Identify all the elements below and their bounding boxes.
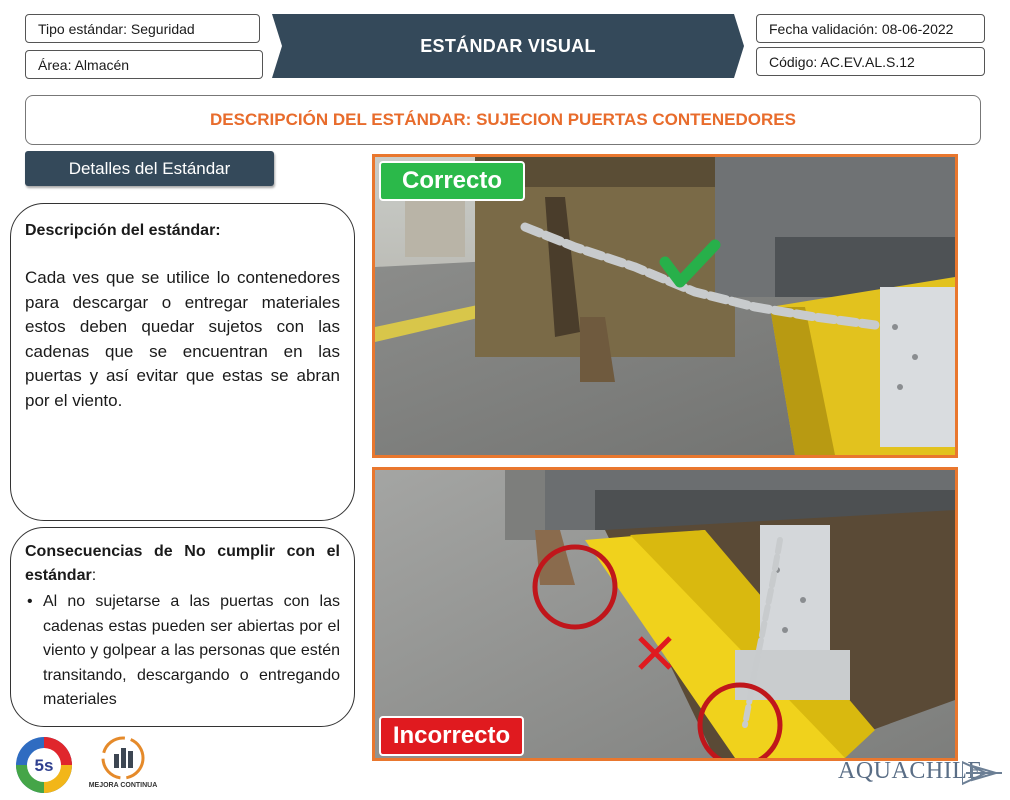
fecha-validacion-text: Fecha validación: 08-06-2022 xyxy=(769,20,954,37)
consequences-panel: Consecuencias de No cumplir con el están… xyxy=(10,527,355,727)
correct-photo: Correcto xyxy=(372,154,958,458)
correct-photo-illustration xyxy=(375,157,955,455)
description-bar: DESCRIPCIÓN DEL ESTÁNDAR: SUJECION PUERT… xyxy=(25,95,981,145)
consequences-title-suffix: : xyxy=(91,567,97,584)
consequences-list: Al no sujetarse a las puertas con las ca… xyxy=(25,590,340,713)
mejora-continua-text: MEJORA CONTINUA xyxy=(88,782,158,789)
correct-label: Correcto xyxy=(379,161,525,201)
codigo-text: Código: AC.EV.AL.S.12 xyxy=(769,53,915,70)
area-field: Área: Almacén xyxy=(25,50,263,79)
incorrect-photo: Incorrecto xyxy=(372,467,958,761)
tipo-estandar-text: Tipo estándar: Seguridad xyxy=(38,20,195,37)
page-title: ESTÁNDAR VISUAL xyxy=(420,35,596,56)
description-body: Cada ves que se utilice lo contenedores … xyxy=(25,268,340,410)
tipo-estandar-field: Tipo estándar: Seguridad xyxy=(25,14,260,43)
list-item: Al no sujetarse a las puertas con las ca… xyxy=(25,590,340,713)
details-button[interactable]: Detalles del Estándar xyxy=(25,151,274,186)
title-banner: ESTÁNDAR VISUAL xyxy=(272,14,744,78)
area-text: Área: Almacén xyxy=(38,56,130,73)
description-panel: Descripción del estándar: Cada ves que s… xyxy=(10,203,355,521)
consequences-title: Consecuencias de No cumplir con el están… xyxy=(25,540,340,588)
codigo-field: Código: AC.EV.AL.S.12 xyxy=(756,47,985,76)
five-s-text: 5s xyxy=(35,756,54,775)
aquachile-logo-text: AQUACHILE xyxy=(838,758,983,784)
fecha-validacion-field: Fecha validación: 08-06-2022 xyxy=(756,14,985,43)
consequences-title-bold: Consecuencias de No cumplir con el están… xyxy=(25,543,340,584)
incorrect-label: Incorrecto xyxy=(379,716,524,756)
aquachile-mark-icon xyxy=(962,760,1002,786)
incorrect-photo-illustration xyxy=(375,470,955,758)
five-s-logo: 5s xyxy=(16,737,72,793)
description-title: Descripción del estándar: xyxy=(25,222,221,239)
